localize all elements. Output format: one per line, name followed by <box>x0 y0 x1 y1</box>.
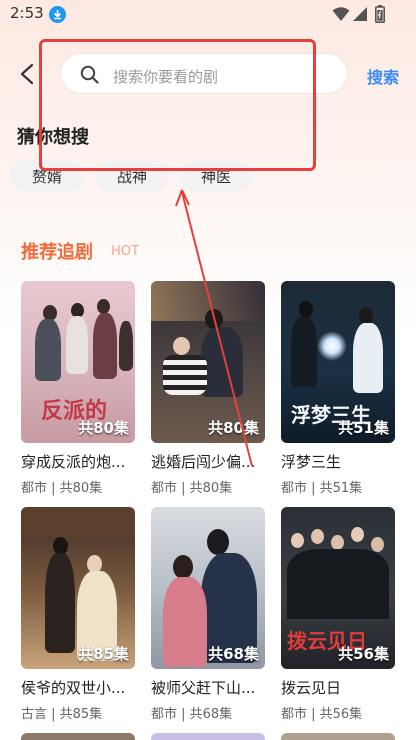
drama-title: 穿成反派的炮... <box>21 453 126 471</box>
drama-card[interactable]: 共85集 侯爷的双世小... 古言 | 共85集 <box>21 507 135 722</box>
drama-title: 侯爷的双世小... <box>21 679 126 697</box>
drama-meta: 都市 | 共68集 <box>151 707 233 722</box>
signal-icon <box>353 7 367 21</box>
drama-poster: 浮梦三生 共51集 <box>281 281 395 443</box>
drama-meta: 都市 | 共51集 <box>281 481 363 496</box>
drama-card[interactable] <box>21 733 135 740</box>
drama-card[interactable]: 反派的 共80集 穿成反派的炮... 都市 | 共80集 <box>21 281 135 496</box>
recommend-title: 推荐追剧 <box>21 242 93 263</box>
drama-poster: 共80集 <box>151 281 265 443</box>
search-button[interactable]: 搜索 <box>367 64 399 88</box>
drama-title: 浮梦三生 <box>281 453 342 471</box>
drama-meta: 都市 | 共80集 <box>151 481 233 496</box>
status-bar: 2:53 <box>0 0 416 30</box>
drama-card[interactable]: 浮梦三生 共51集 浮梦三生 都市 | 共51集 <box>281 281 395 496</box>
drama-meta: 古言 | 共85集 <box>21 707 103 722</box>
drama-meta: 都市 | 共80集 <box>21 481 103 496</box>
drama-card[interactable]: 拨云见日 共56集 拨云见日 都市 | 共56集 <box>281 507 395 722</box>
episode-count-badge: 共56集 <box>338 645 389 663</box>
drama-poster <box>151 733 265 740</box>
drama-poster: 共85集 <box>21 507 135 669</box>
drama-title: 逃婚后闯少偏... <box>151 453 256 471</box>
search-placeholder: 搜索你要看的剧 <box>113 68 219 86</box>
download-icon <box>49 6 66 23</box>
drama-card[interactable] <box>151 733 265 740</box>
episode-count-badge: 共80集 <box>78 419 129 437</box>
search-chip[interactable]: 赘婿 <box>10 160 84 192</box>
episode-count-badge: 共68集 <box>208 645 259 663</box>
drama-card[interactable]: 共68集 被师父赶下山... 都市 | 共68集 <box>151 507 265 722</box>
drama-poster: 共68集 <box>151 507 265 669</box>
drama-poster: 反派的 共80集 <box>21 281 135 443</box>
wifi-icon <box>332 7 350 21</box>
hot-label: HOT <box>111 244 139 259</box>
drama-title: 被师父赶下山... <box>151 679 256 697</box>
search-chip[interactable]: 战神 <box>95 160 169 192</box>
episode-count-badge: 共85集 <box>78 645 129 663</box>
episode-count-badge: 共80集 <box>208 419 259 437</box>
drama-poster <box>281 733 395 740</box>
back-arrow-icon[interactable] <box>16 62 40 86</box>
drama-card[interactable] <box>281 733 395 740</box>
status-time: 2:53 <box>10 4 44 22</box>
drama-poster <box>21 733 135 740</box>
search-input[interactable]: 搜索你要看的剧 <box>60 53 348 94</box>
search-chip[interactable]: 神医 <box>180 160 252 192</box>
search-icon <box>80 65 99 84</box>
battery-icon <box>375 5 385 23</box>
drama-poster: 拨云见日 共56集 <box>281 507 395 669</box>
drama-title: 拨云见日 <box>281 679 342 697</box>
drama-card[interactable]: 共80集 逃婚后闯少偏... 都市 | 共80集 <box>151 281 265 496</box>
drama-meta: 都市 | 共56集 <box>281 707 363 722</box>
episode-count-badge: 共51集 <box>338 419 389 437</box>
guess-section-title: 猜你想搜 <box>17 127 89 148</box>
